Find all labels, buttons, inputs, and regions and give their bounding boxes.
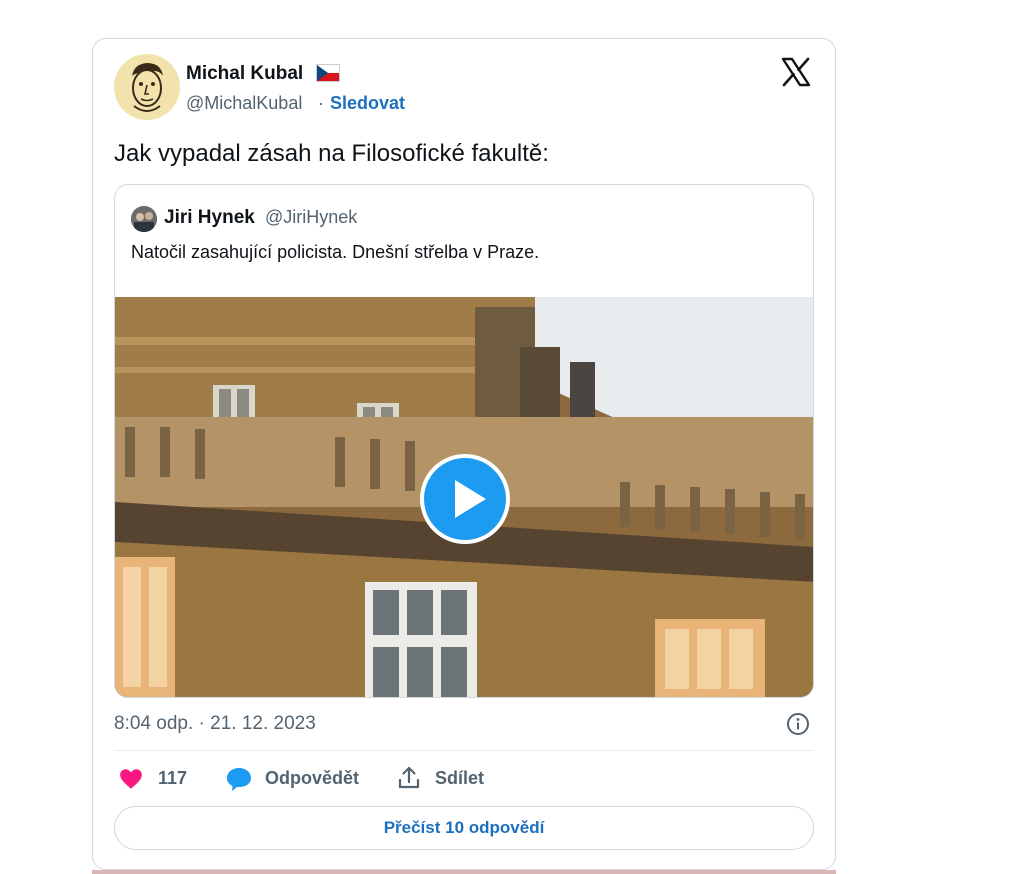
quoted-author-handle: @JiriHynek — [265, 207, 358, 227]
play-button[interactable] — [420, 454, 510, 544]
tweet-timestamp[interactable]: 8:04 odp. · 21. 12. 2023 — [114, 713, 316, 735]
quoted-author-name: Jiri Hynek — [164, 207, 255, 228]
author-handle[interactable]: @MichalKubal — [186, 93, 302, 114]
author-avatar[interactable] — [114, 54, 180, 120]
quoted-tweet[interactable]: Jiri Hynek @JiriHynek Natočil zasahující… — [114, 184, 814, 698]
video-thumbnail[interactable] — [115, 297, 813, 697]
reply-bubble-icon[interactable] — [225, 766, 253, 792]
bottom-divider — [92, 870, 836, 874]
reply-button[interactable]: Odpovědět — [265, 768, 359, 789]
like-count[interactable]: 117 — [158, 768, 187, 789]
heart-icon[interactable] — [118, 766, 144, 792]
quoted-tweet-text: Natočil zasahující policista. Dnešní stř… — [131, 242, 540, 262]
info-icon[interactable] — [786, 712, 810, 736]
play-icon — [455, 480, 486, 518]
share-icon[interactable] — [397, 765, 421, 791]
tweet-text: Jak vypadal zásah na Filosofické fakultě… — [114, 140, 549, 167]
author-name[interactable]: Michal Kubal — [186, 63, 303, 85]
follow-button[interactable]: Sledovat — [330, 93, 405, 114]
share-button[interactable]: Sdílet — [435, 768, 484, 789]
handle-separator: · — [318, 93, 324, 113]
read-replies-button[interactable]: Přečíst 10 odpovědí — [114, 806, 814, 850]
x-logo-icon[interactable] — [780, 56, 812, 88]
czech-flag-icon — [316, 64, 340, 82]
quoted-author-avatar — [131, 206, 157, 232]
actions-divider — [114, 750, 814, 751]
